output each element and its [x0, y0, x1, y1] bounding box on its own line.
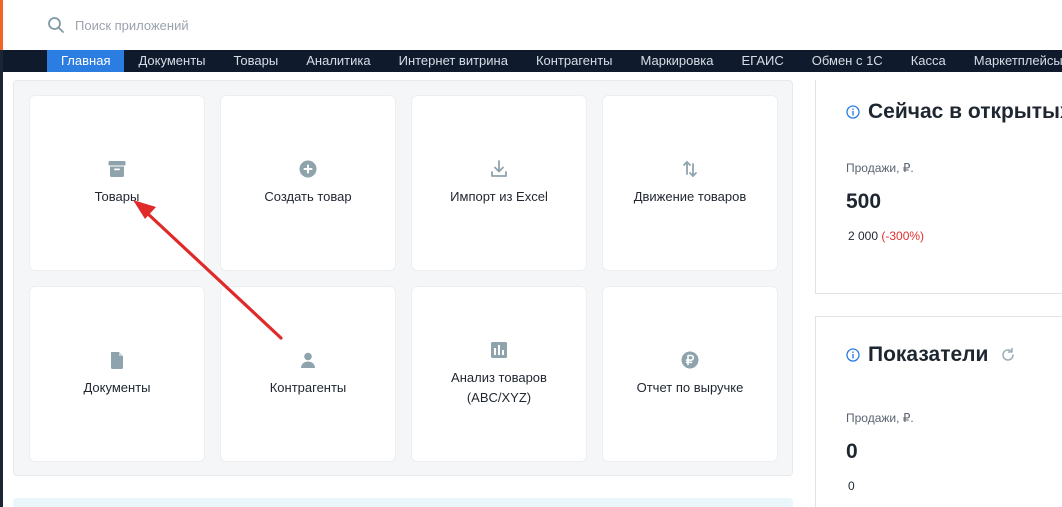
search-input[interactable]	[75, 17, 375, 33]
tile-create-product[interactable]: Создать товар	[220, 95, 396, 271]
nav-item-products[interactable]: Товары	[220, 50, 293, 72]
nav-item-egais[interactable]: ЕГАИС	[727, 50, 797, 72]
nav-item-marking[interactable]: Маркировка	[627, 50, 728, 72]
swap-vertical-icon	[683, 161, 697, 177]
tile-revenue-report[interactable]: Отчет по выручке	[602, 286, 778, 462]
card-title: Сейчас в открытых	[868, 100, 1062, 123]
nav-item-marketplaces[interactable]: Маркетплейсы	[960, 50, 1062, 72]
search-box[interactable]	[47, 14, 375, 36]
nav-item-cashier[interactable]: Касса	[897, 50, 960, 72]
download-icon	[491, 160, 507, 177]
tile-abc-xyz-analysis[interactable]: Анализ товаров (ABC/XYZ)	[411, 286, 587, 462]
metric-label: Продажи, ₽.	[846, 411, 914, 425]
metric-value: 0	[846, 440, 858, 463]
card-header: Сейчас в открытых	[846, 100, 1062, 124]
tile-documents[interactable]: Документы	[29, 286, 205, 462]
nav-item-1c-exchange[interactable]: Обмен с 1С	[798, 50, 897, 72]
main-nav: Главная Документы Товары Аналитика Интер…	[3, 50, 1062, 72]
nav-item-home[interactable]: Главная	[47, 50, 125, 72]
left-dark-strip	[0, 50, 3, 507]
archive-box-icon	[108, 161, 126, 177]
tile-label: Анализ товаров (ABC/XYZ)	[451, 370, 547, 405]
tile-label: Отчет по выручке	[636, 380, 744, 395]
tile-counterparties[interactable]: Контрагенты	[220, 286, 396, 462]
card-indicators: Показатели Продажи, ₽. 0 0	[815, 316, 1062, 507]
tile-label: Документы	[83, 380, 151, 395]
info-icon[interactable]	[846, 348, 860, 362]
metric-label: Продажи, ₽.	[846, 161, 914, 175]
tile-products[interactable]: Товары	[29, 95, 205, 271]
bar-chart-icon	[491, 342, 507, 358]
topbar	[3, 0, 1062, 50]
document-icon	[111, 352, 123, 369]
tile-label: Контрагенты	[269, 380, 347, 395]
tile-label: Создать товар	[264, 189, 352, 204]
nav-item-documents[interactable]: Документы	[124, 50, 219, 72]
plus-circle-icon	[299, 160, 317, 178]
ruble-circle-icon	[681, 351, 699, 369]
person-icon	[301, 352, 315, 368]
search-icon	[48, 17, 64, 33]
info-icon[interactable]	[846, 105, 860, 119]
info-banner-strip	[13, 498, 793, 507]
card-currently-open: Сейчас в открытых Продажи, ₽. 500 2 000 …	[815, 80, 1062, 294]
tile-label: Импорт из Excel	[450, 189, 548, 204]
metric-comparison: 2 000 (-300%)	[848, 229, 924, 243]
tile-label: Движение товаров	[633, 189, 747, 204]
card-title: Показатели	[868, 343, 989, 366]
change-percent: (-300%)	[881, 229, 925, 243]
refresh-icon[interactable]	[1000, 347, 1016, 363]
card-header: Показатели	[846, 343, 1016, 367]
apps-grid-panel: Товары Создать товар Импорт из Excel Дви…	[13, 80, 793, 476]
metric-value: 500	[846, 190, 882, 213]
previous-value: 2 000	[848, 229, 879, 243]
tile-label: Товары	[94, 189, 140, 204]
nav-item-storefront[interactable]: Интернет витрина	[385, 50, 522, 72]
app-window: Главная Документы Товары Аналитика Интер…	[0, 0, 1062, 507]
previous-value: 0	[848, 479, 855, 493]
nav-item-counterparties[interactable]: Контрагенты	[522, 50, 627, 72]
tile-product-movement[interactable]: Движение товаров	[602, 95, 778, 271]
nav-item-analytics[interactable]: Аналитика	[292, 50, 384, 72]
tile-import-excel[interactable]: Импорт из Excel	[411, 95, 587, 271]
